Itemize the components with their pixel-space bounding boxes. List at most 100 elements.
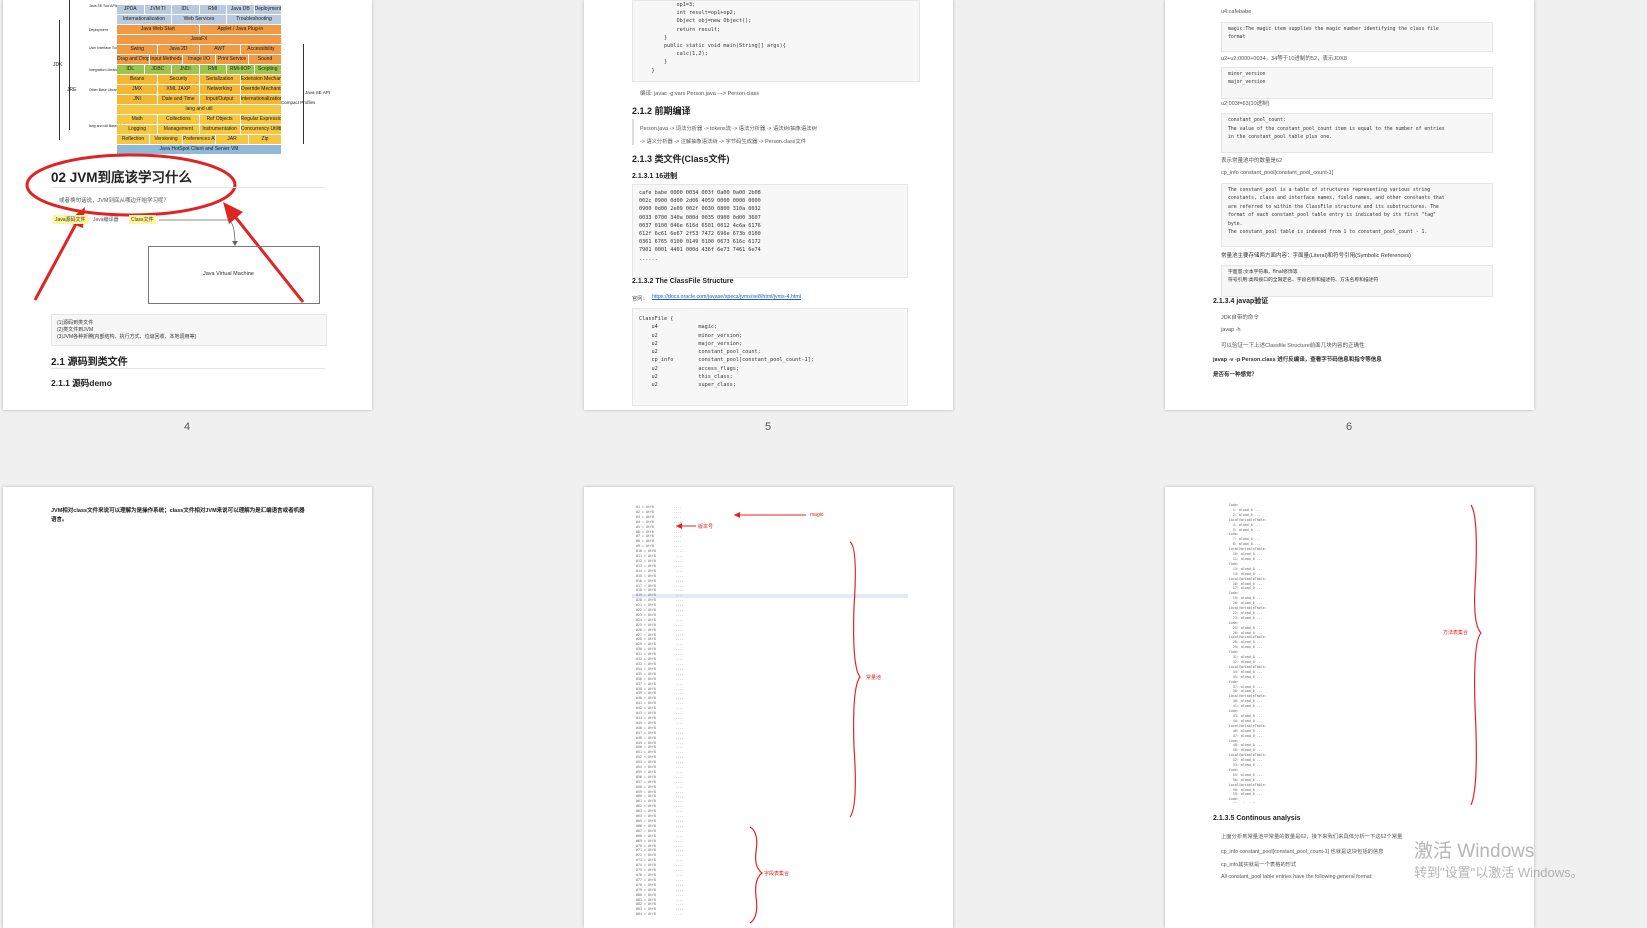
ann-magic: magic: [810, 512, 824, 518]
code-line: 0361 6765 0100 0149 0100 0673 616c 6172: [639, 239, 761, 246]
section-2-1-3-5-heading: 2.1.3.5 Continous analysis: [1213, 815, 1301, 822]
p6-line-cpinfo: cp_info constant_pool[constant_pool_coun…: [1221, 170, 1334, 176]
code-line: calc(1,2);: [639, 51, 708, 58]
p6-line-62: 表示常量池中的数量是62: [1221, 158, 1283, 164]
code-line: }: [639, 59, 668, 66]
p8-red-annotations: [676, 512, 861, 924]
ann-fields: 字段表集合: [764, 871, 790, 877]
code-line: constant_pool_count:: [1228, 118, 1286, 123]
p6-line-cafebabe: u4:cafebabe: [1221, 9, 1252, 15]
code-line: major_version: [1228, 80, 1266, 85]
page-number-4: 4: [183, 421, 191, 433]
code-line: u2 constant_pool_count;: [639, 349, 761, 356]
topic-list-item-2: (2)类文件到JVM: [57, 327, 94, 333]
code-block-person-java: op1=3; int result=op1+op2; Object obj=ne…: [632, 0, 920, 82]
code-line: 字面量:文本字符串，final修饰等: [1228, 270, 1298, 275]
ann-version: 版本号: [698, 524, 714, 530]
code-line: cafe babe 0000 0034 003f 0a00 0a00 2b08: [639, 190, 761, 196]
windows-activation-line-2: 转到"设置"以激活 Windows。: [1414, 865, 1584, 880]
p6-line-version: u2+u2:0000+0034，34等于10进制的52，表示JDK8: [1221, 56, 1347, 62]
classfile-structure-block: ClassFile { u4 magic; u2 minor_version; …: [632, 308, 908, 406]
p6-line-jdk-cmd: JDK自带的命令: [1221, 315, 1259, 321]
code-line: }: [639, 34, 668, 41]
ann-constant-pool: 常量池: [866, 675, 882, 681]
code-line: ClassFile {: [639, 316, 674, 322]
hex-dump-block: cafe babe 0000 0034 003f 0a00 0a00 2b08 0…: [632, 184, 908, 278]
code-line: in the constant_pool table plus one.: [1228, 135, 1332, 141]
code-magic: magic:The magic item supplies the magic …: [1221, 22, 1493, 52]
code-line: magic:The magic item supplies the magic …: [1228, 27, 1439, 32]
topic-list-item-3: (3)JVM各种折腾[内部结构、执行方式、垃圾回收、本地调用等]: [57, 334, 196, 340]
code-line: 0037 0100 046e 616d 6501 0012 4c6a 6176: [639, 222, 761, 229]
code-line: are referred to within the ClassFile str…: [1228, 204, 1439, 210]
code-line: constants, class and interface names, fi…: [1228, 196, 1445, 202]
p7-text-line-2: 语言。: [51, 517, 68, 523]
code-line: minor_version: [1228, 72, 1266, 77]
code-line: u4 magic;: [639, 324, 718, 331]
topic-list-item-1: (1)源码到类文件: [57, 320, 94, 326]
section-2-1-3-1-heading: 2.1.3.1 16进制: [632, 173, 678, 180]
ann-methods: 方法表集合: [1443, 630, 1469, 636]
code-line: int result=op1+op2;: [639, 10, 736, 17]
code-line: The value of the constant_pool_count ite…: [1228, 126, 1445, 132]
p6-line-javap-v: javap -v -p Person.class 进行反编译，查看字节码信息和指…: [1213, 357, 1382, 363]
flow-connector: [159, 219, 238, 246]
quote-bar: [632, 119, 634, 145]
code-literal-symbolic: 字面量:文本字符串，final修饰等符号引用:类和接口的全限定名、字段名称和描述…: [1221, 265, 1493, 297]
page-4[interactable]: JDK JRE Java SE API Compact Profiles Jav…: [3, 0, 372, 410]
code-pool-count: constant_pool_count: The value of the con…: [1221, 113, 1493, 153]
p9-line-4: All constant_pool table entries have the…: [1221, 874, 1373, 880]
code-line: return result;: [639, 26, 721, 33]
code-line: 002c 0900 0d00 2d06 4059 0000 0000 0000: [639, 198, 761, 205]
code-line: cp_info constant_pool[constant_pool_coun…: [639, 357, 814, 364]
p6-line-count: u2:003f=63(10进制): [1221, 101, 1270, 107]
p9-line-2: cp_info constant_pool[constant_pool_coun…: [1221, 849, 1384, 855]
section-2-1-3-2-heading: 2.1.3.2 The ClassFile Structure: [632, 278, 734, 285]
jvms-spec-link[interactable]: https://docs.oracle.com/javase/specs/jvm…: [652, 294, 801, 300]
code-line: 0900 0d00 2e09 002f 0030 0800 310a 0032: [639, 206, 761, 213]
code-line: byte.: [1228, 221, 1243, 227]
code-line: ......: [639, 255, 658, 262]
code-line: u2 major_version;: [639, 340, 743, 347]
page-5[interactable]: op1=3; int result=op1+op2; Object obj=ne…: [584, 0, 953, 410]
p6-line-feeling: 是否有一种感觉？: [1213, 372, 1258, 378]
code-line: 0033 0700 340a 000d 0035 0900 0d00 3607: [639, 214, 761, 221]
code-line: Object obj=new Object();: [639, 18, 752, 25]
page-number-6: 6: [1345, 421, 1353, 433]
code-line: }: [639, 67, 655, 74]
page-8[interactable]: #1 = Utf8 .... #2 = Utf8 .... #3 = Utf8 …: [584, 487, 953, 928]
section-2-1-2-heading: 2.1.2 前期编译: [632, 106, 691, 116]
page-6[interactable]: u4:cafebabe magic:The magic item supplie…: [1165, 0, 1534, 410]
p7-text-line-1: JVM相对class文件来说可以理解为是操作系统；class文件相对JVM来说可…: [51, 508, 305, 514]
page-number-5: 5: [764, 421, 772, 433]
code-line: u2 super_class;: [639, 382, 736, 389]
compile-flow-1: Person.java -> 词法分析器 -> tokens流 -> 语法分析器…: [640, 126, 817, 132]
code-line: public static void main(String[] args){: [639, 43, 786, 50]
section-2-1-rule: [51, 368, 325, 369]
section-2-1-1-heading: 2.1.1 源码demo: [51, 378, 112, 388]
official-label: 官网：: [632, 296, 648, 302]
code-version: minor_version major_version: [1221, 67, 1493, 99]
code-line: The constant_pool is a table of structur…: [1228, 188, 1431, 193]
code-line: 612f 6c61 6e67 2f53 7472 696e 673b 0100: [639, 231, 761, 238]
compile-flow-2: -> 语义分析器 -> 注解抽象语法树 -> 字节码生成器 -> Person.…: [640, 139, 806, 145]
p9-line-1: 上面分析到常量池中常量的数量是62，接下来我们来具体分析一下这62个常量: [1221, 834, 1403, 840]
p6-line-javap-h: javap -h: [1221, 327, 1241, 333]
p6-line-literal: 常量池主要存储两方面内容：字面量(Literal)和符号引用(Symbolic …: [1221, 253, 1411, 259]
code-line: u2 access_flags;: [639, 365, 739, 372]
p6-line-verify: 可以验证一下上述Classfile Structure前面几块内容的正确性: [1221, 343, 1365, 349]
windows-activation-line-1: 激活 Windows: [1414, 841, 1535, 862]
p9-line-3: cp_info其实就是一个表格的形式: [1221, 862, 1297, 868]
code-line: 7901 0001 4401 000d 436f 6e73 7461 6e74: [639, 247, 761, 254]
code-line: The constant_pool table is indexed from …: [1228, 230, 1428, 236]
compile-note: 编译: javac -g:vars Person.java ---> Perso…: [640, 91, 760, 97]
code-line: format: [1228, 35, 1246, 40]
code-line: u2 minor_version;: [639, 332, 743, 339]
code-line: u2 this_class;: [639, 374, 733, 381]
page-7[interactable]: JVM相对class文件来说可以理解为是操作系统；class文件相对JVM来说可…: [3, 487, 372, 928]
code-line: op1=3;: [639, 2, 696, 8]
code-line: 符号引用:类和接口的全限定名、字段名称和描述符、方法名称和描述符: [1228, 278, 1379, 283]
section-2-1-3-heading: 2.1.3 类文件(Class文件): [632, 154, 730, 164]
code-line: format of each constant_pool table entry…: [1228, 213, 1436, 219]
section-2-1-3-4-heading: 2.1.3.4 javap验证: [1213, 298, 1269, 305]
